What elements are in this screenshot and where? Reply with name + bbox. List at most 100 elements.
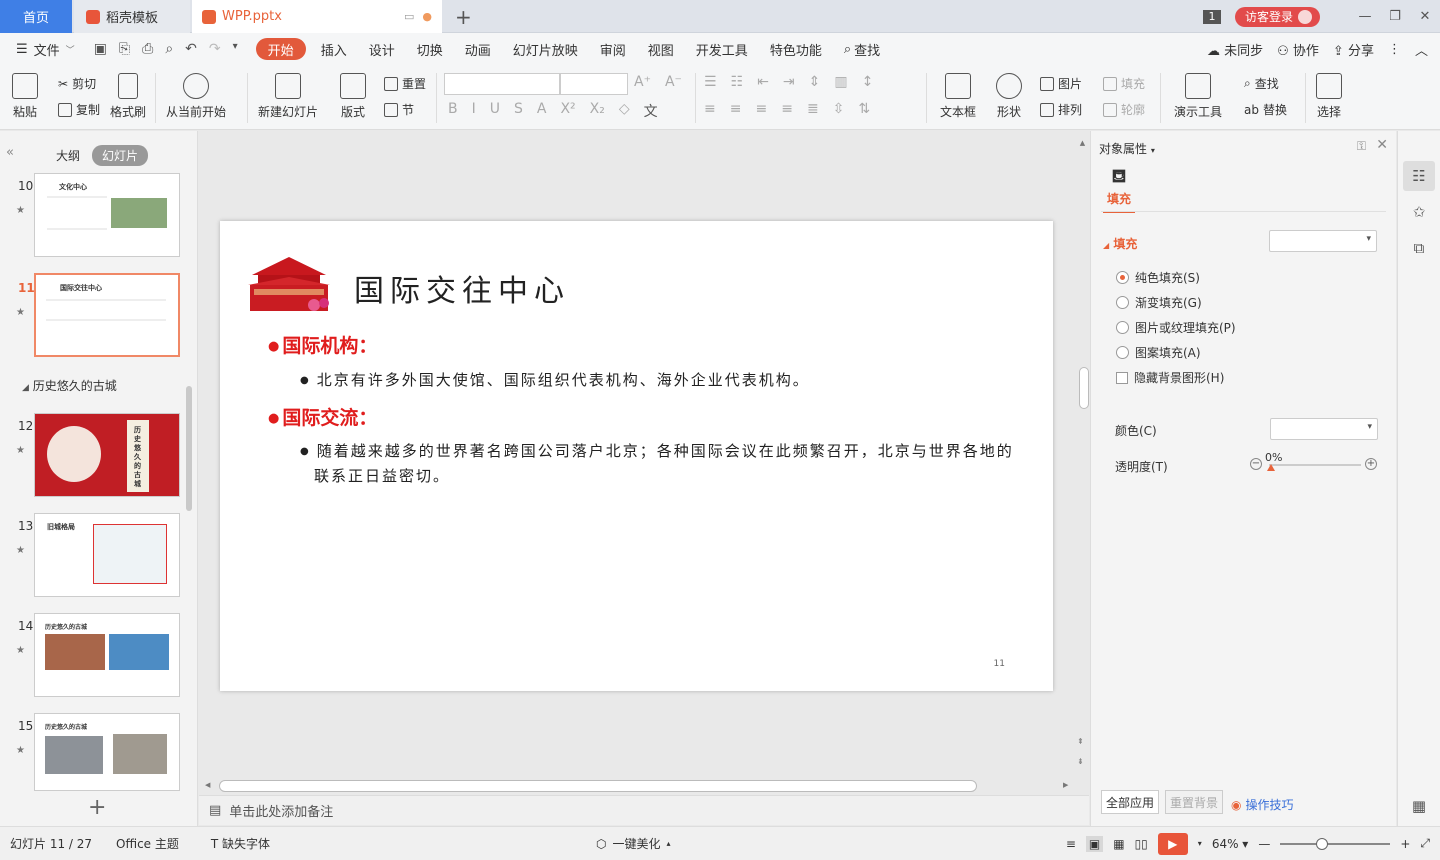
hide-background-checkbox[interactable]: 隐藏背景图形(H) xyxy=(1116,369,1224,386)
underline-icon[interactable]: U xyxy=(490,101,500,121)
layout-button[interactable]: 版式 xyxy=(340,73,366,120)
play-from-current-button[interactable]: 从当前开始 xyxy=(166,73,226,120)
scroll-left-icon[interactable]: ◀ xyxy=(205,781,210,789)
sync-status[interactable]: ☁ 未同步 xyxy=(1207,40,1263,59)
customize-icon[interactable]: ▾ xyxy=(233,41,238,57)
slide-heading-institutions[interactable]: 国际机构： xyxy=(268,331,377,358)
paste-button[interactable]: 粘贴 xyxy=(12,73,38,120)
lock-icon[interactable]: ⚿ xyxy=(1357,139,1366,154)
vertical-align-icon[interactable]: ⇅ xyxy=(858,101,870,117)
zoom-in-icon[interactable]: + xyxy=(1400,837,1410,851)
vertical-scroll-thumb[interactable] xyxy=(1079,367,1089,409)
beautify-button[interactable]: ⬡ 一键美化 ▴ xyxy=(596,835,671,852)
canvas-vertical-scrollbar[interactable]: ▲ ⇞ ⇟ xyxy=(1077,139,1089,777)
current-slide[interactable]: 国际交往中心 国际机构： 北京有许多外国大使馆、国际组织代表机构、海外企业代表机… xyxy=(220,221,1053,691)
tips-link[interactable]: ◉ 操作技巧 xyxy=(1231,796,1294,813)
font-size-select[interactable] xyxy=(560,73,628,95)
bold-icon[interactable]: B xyxy=(448,101,458,121)
increase-indent-icon[interactable]: ⇥ xyxy=(783,74,795,90)
theme-name[interactable]: Office 主题 xyxy=(116,835,193,852)
slide-thumbnail-12[interactable]: 历史悠久的古城 xyxy=(34,413,180,497)
slide-thumbnail-10[interactable]: 文化中心 xyxy=(34,173,180,257)
canvas-horizontal-scrollbar[interactable] xyxy=(219,780,977,792)
monitor-icon[interactable]: ▭ xyxy=(404,10,414,23)
prev-slide-icon[interactable]: ⇞ xyxy=(1077,737,1084,746)
reset-background-button[interactable]: 重置背景 xyxy=(1165,790,1224,814)
close-panel-icon[interactable]: ✕ xyxy=(1376,137,1388,153)
slideshow-options-icon[interactable]: ▾ xyxy=(1198,839,1202,848)
tab-home[interactable]: 首页 xyxy=(0,0,72,33)
share-button[interactable]: ⇪ 分享 xyxy=(1333,40,1374,59)
fill-section-header[interactable]: ◢ 填充 xyxy=(1103,235,1137,252)
find-button[interactable]: ⌕ 查找 xyxy=(1244,75,1279,92)
export-icon[interactable]: ⎘ xyxy=(119,41,130,57)
tab-daoke-template[interactable]: 稻壳模板 xyxy=(74,0,190,33)
collapse-panel-icon[interactable]: « xyxy=(6,145,14,160)
slideshow-play-button[interactable]: ▶ xyxy=(1157,832,1188,855)
picture-button[interactable]: 图片 xyxy=(1040,75,1082,92)
bullet-list-icon[interactable]: ☰ xyxy=(704,74,717,90)
section-header[interactable]: ◢ 历史悠久的古城 xyxy=(22,377,117,394)
decrease-indent-icon[interactable]: ⇤ xyxy=(757,74,769,90)
file-menu[interactable]: ☰ 文件 ﹀ xyxy=(0,40,86,59)
restore-button[interactable]: ❐ xyxy=(1380,9,1410,24)
slide-heading-exchange[interactable]: 国际交流： xyxy=(268,403,377,430)
copy-button[interactable]: 复制 xyxy=(58,101,100,118)
clear-format-icon[interactable]: ◇ xyxy=(619,101,630,121)
scroll-up-icon[interactable]: ▲ xyxy=(1077,139,1088,147)
strikethrough-icon[interactable]: S xyxy=(514,101,523,121)
paragraph-spacing-icon[interactable]: ⇳ xyxy=(833,101,845,117)
tab-slides[interactable]: 幻灯片 xyxy=(92,145,149,166)
slide-bullet-institutions[interactable]: 北京有许多外国大使馆、国际组织代表机构、海外企业代表机构。 xyxy=(300,368,1020,393)
fill-button[interactable]: 填充 xyxy=(1103,75,1145,92)
copy-layers-icon[interactable]: ⧉ xyxy=(1403,233,1435,263)
tab-file-pptx[interactable]: WPP.pptx ▭ ● xyxy=(192,0,442,33)
window-count-badge[interactable]: 1 xyxy=(1202,9,1221,24)
transparency-slider-thumb[interactable] xyxy=(1267,464,1275,471)
search-menu[interactable]: ⌕ 查找 xyxy=(833,40,891,59)
design-star-icon[interactable]: ✩ xyxy=(1403,197,1435,227)
print-icon[interactable]: ⎙ xyxy=(142,41,153,57)
justify-icon[interactable]: ≡ xyxy=(781,101,793,117)
menu-review[interactable]: 审阅 xyxy=(589,40,637,59)
grid-apps-icon[interactable]: ▦ xyxy=(1403,791,1435,821)
select-button[interactable]: 选择 xyxy=(1316,73,1342,120)
collapse-ribbon-icon[interactable]: ︿ xyxy=(1415,40,1428,59)
redo-icon[interactable]: ↷ xyxy=(209,41,221,57)
missing-font-button[interactable]: T 缺失字体 xyxy=(211,835,284,852)
text-direction-icon[interactable]: ⇕ xyxy=(809,74,821,90)
close-button[interactable]: ✕ xyxy=(1410,9,1440,24)
menu-design[interactable]: 设计 xyxy=(358,40,406,59)
slide-thumbnail-11[interactable]: 国际交往中心 xyxy=(34,273,180,357)
menu-features[interactable]: 特色功能 xyxy=(759,40,833,59)
add-slide-button[interactable]: + xyxy=(88,795,106,820)
font-family-select[interactable] xyxy=(444,73,560,95)
decrease-font-icon[interactable]: A⁻ xyxy=(665,74,682,90)
transparency-slider[interactable] xyxy=(1269,464,1361,466)
numbered-list-icon[interactable]: ☷ xyxy=(731,74,744,90)
menu-transition[interactable]: 切换 xyxy=(406,40,454,59)
outline-button[interactable]: 轮廓 xyxy=(1103,101,1145,118)
tab-outline[interactable]: 大纲 xyxy=(46,145,90,166)
format-painter-button[interactable]: 格式刷 xyxy=(110,73,146,120)
collaborate-button[interactable]: ⚇ 协作 xyxy=(1277,40,1319,59)
menu-animation[interactable]: 动画 xyxy=(454,40,502,59)
arrange-button[interactable]: 排列 xyxy=(1040,101,1082,118)
normal-view-icon[interactable]: ▣ xyxy=(1085,835,1104,852)
fit-window-icon[interactable]: ⤢ xyxy=(1420,836,1430,851)
italic-icon[interactable]: I xyxy=(472,101,476,121)
thumbnail-scrollbar[interactable] xyxy=(186,386,192,511)
shape-button[interactable]: 形状 xyxy=(996,73,1022,120)
next-slide-icon[interactable]: ⇟ xyxy=(1077,757,1084,766)
properties-title[interactable]: 对象属性 ▾ xyxy=(1099,140,1155,157)
save-icon[interactable]: ▣ xyxy=(94,41,107,57)
presentation-tools-button[interactable]: 演示工具 xyxy=(1174,73,1222,120)
print-preview-icon[interactable]: ⌕ xyxy=(165,41,173,57)
minimize-button[interactable]: — xyxy=(1350,9,1380,24)
apply-all-button[interactable]: 全部应用 xyxy=(1101,790,1160,814)
line-spacing-icon[interactable]: ↕ xyxy=(862,74,874,90)
slide-bullet-exchange[interactable]: 随着越来越多的世界著名跨国公司落户北京；各种国际会议在此频繁召开，北京与世界各地… xyxy=(300,439,1020,489)
increase-font-icon[interactable]: A⁺ xyxy=(634,74,651,90)
visitor-login-button[interactable]: 访客登录 xyxy=(1234,6,1320,27)
distribute-icon[interactable]: ≣ xyxy=(807,101,819,117)
